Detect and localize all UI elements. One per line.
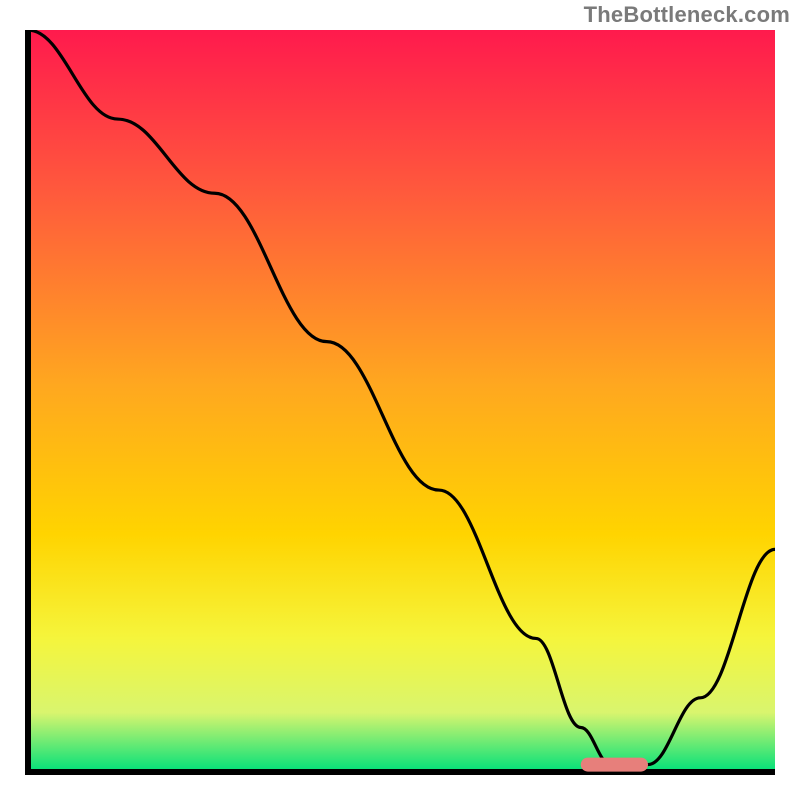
- chart-container: TheBottleneck.com: [0, 0, 800, 800]
- optimal-range-marker: [581, 758, 648, 772]
- plot-area: [25, 30, 775, 775]
- watermark-text: TheBottleneck.com: [584, 2, 790, 28]
- chart-svg: [25, 30, 775, 775]
- gradient-background: [28, 30, 775, 772]
